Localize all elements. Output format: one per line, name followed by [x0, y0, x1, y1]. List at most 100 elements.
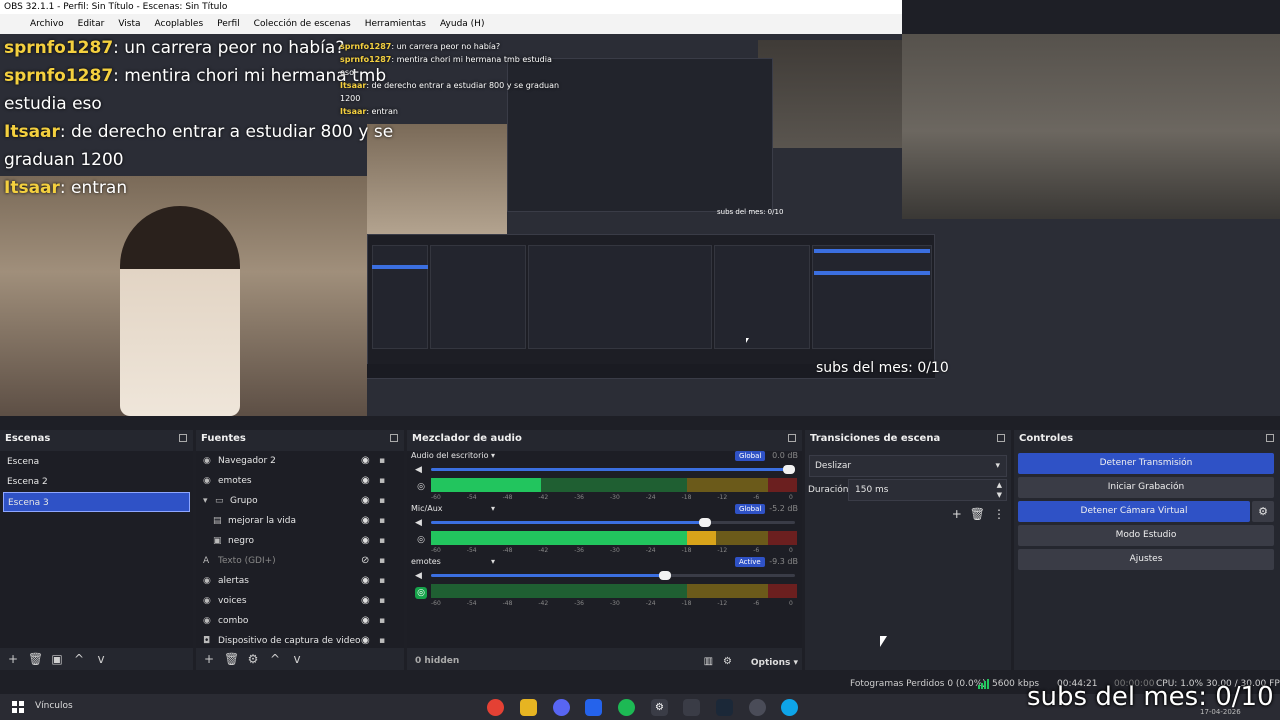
more-options-icon[interactable]: ⋮ [993, 507, 1005, 521]
scene-item[interactable]: Escena 3 [3, 492, 190, 512]
virtual-camera-settings-icon[interactable]: ⚙ [1252, 501, 1274, 522]
layout-toggle-icon[interactable]: ▥ [704, 656, 713, 667]
eye-icon[interactable]: ◉ [361, 571, 370, 591]
lock-icon[interactable]: ▪ [379, 491, 385, 511]
eye-icon[interactable]: ◉ [361, 471, 370, 491]
volume-slider[interactable] [431, 571, 795, 580]
move-up-icon[interactable]: ^ [268, 652, 282, 666]
game-controller-icon[interactable] [683, 699, 700, 716]
source-item[interactable]: ◉ Navegador 2 ◉ ▪ [196, 451, 404, 471]
eye-icon[interactable]: ◉ [361, 511, 370, 531]
lock-icon[interactable]: ▪ [379, 471, 385, 491]
eye-icon[interactable]: ◉ [361, 451, 370, 471]
controls-header: Controles [1014, 430, 1280, 448]
steam-icon[interactable] [716, 699, 733, 716]
eye-icon[interactable]: ◉ [361, 611, 370, 631]
source-item[interactable]: A Texto (GDI+) ⊘ ▪ [196, 551, 404, 571]
source-item[interactable]: ◉ emotes ◉ ▪ [196, 471, 404, 491]
remove-source-icon[interactable]: 🗑 [224, 652, 239, 666]
monitor-icon[interactable]: ◎ [415, 534, 427, 546]
trash-icon[interactable]: 🗑 [970, 507, 985, 521]
eye-icon[interactable]: ◉ [361, 491, 370, 511]
control-button[interactable]: Detener Cámara Virtual [1018, 501, 1250, 522]
lock-icon[interactable]: ▪ [379, 551, 385, 571]
monitor-icon[interactable]: ◎ [415, 587, 427, 599]
transitions-dock: Transiciones de escena Deslizar ▾ Duraci… [805, 430, 1011, 670]
menu-item[interactable]: Acoplables [155, 14, 204, 34]
volume-knob[interactable] [699, 518, 712, 527]
source-item[interactable]: ▣ negro ◉ ▪ [196, 531, 404, 551]
add-source-icon[interactable]: + [202, 652, 216, 666]
source-properties-icon[interactable]: ⚙ [246, 652, 260, 666]
undock-icon[interactable] [390, 434, 398, 442]
scene-item[interactable]: Escena 2 [0, 472, 193, 492]
menu-item[interactable]: Ayuda (H) [440, 14, 484, 34]
lock-icon[interactable]: ▪ [379, 531, 385, 551]
control-button[interactable]: Modo Estudio [1018, 525, 1274, 546]
discord-icon[interactable] [553, 699, 570, 716]
volume-knob[interactable] [783, 465, 795, 474]
add-scene-icon[interactable]: + [6, 652, 20, 666]
source-item[interactable]: ▾ ▭ Grupo ◉ ▪ [196, 491, 404, 511]
obs-icon[interactable] [749, 699, 766, 716]
speaker-icon[interactable]: ◀ [415, 465, 422, 475]
move-down-icon[interactable]: v [94, 652, 108, 666]
lock-icon[interactable]: ▪ [379, 591, 385, 611]
spotify-icon[interactable] [618, 699, 635, 716]
source-item[interactable]: ◉ combo ◉ ▪ [196, 611, 404, 631]
source-item[interactable]: ◉ alertas ◉ ▪ [196, 571, 404, 591]
menu-item[interactable]: Colección de escenas [254, 14, 351, 34]
undock-icon[interactable] [788, 434, 796, 442]
scene-item[interactable]: Escena [0, 452, 193, 472]
lock-icon[interactable]: ▪ [379, 451, 385, 471]
preview-canvas[interactable]: sprnfo1287: un carrera peor no había? spr… [0, 34, 1280, 416]
move-up-icon[interactable]: ^ [72, 652, 86, 666]
source-item[interactable]: ◉ voices ◉ ▪ [196, 591, 404, 611]
chevron-down-icon[interactable]: ▾ [491, 557, 495, 566]
control-button[interactable]: Iniciar Grabación [1018, 477, 1274, 498]
remove-scene-icon[interactable]: 🗑 [28, 652, 43, 666]
volume-knob[interactable] [659, 571, 672, 580]
chevron-down-icon[interactable]: ▾ [491, 451, 495, 460]
settings-gear-icon[interactable]: ⚙ [651, 699, 668, 716]
calendar-icon[interactable] [585, 699, 602, 716]
advanced-audio-icon[interactable]: ⚙ [723, 656, 732, 667]
windows-start-icon[interactable] [12, 701, 24, 713]
expand-chevron-icon[interactable]: ▾ [203, 491, 215, 511]
spin-arrows-icon[interactable]: ▲ ▼ [997, 480, 1002, 500]
taskbar-links-label[interactable]: Vínculos [35, 701, 73, 711]
refresh-app-icon[interactable] [781, 699, 798, 716]
speaker-icon[interactable]: ◀ [415, 518, 422, 528]
file-explorer-icon[interactable] [520, 699, 537, 716]
undock-icon[interactable] [1266, 434, 1274, 442]
undock-icon[interactable] [997, 434, 1005, 442]
menu-item[interactable]: Herramientas [365, 14, 426, 34]
menu-item[interactable]: Vista [118, 14, 140, 34]
scene-filters-icon[interactable]: ▣ [50, 652, 64, 666]
lock-icon[interactable]: ▪ [379, 611, 385, 631]
control-button[interactable]: Detener Transmisión [1018, 453, 1274, 474]
speaker-icon[interactable]: ◀ [415, 571, 422, 581]
menu-item[interactable]: Editar [78, 14, 105, 34]
control-button[interactable]: Ajustes [1018, 549, 1274, 570]
monitor-icon[interactable]: ◎ [415, 481, 427, 493]
undock-icon[interactable] [179, 434, 187, 442]
add-transition-icon[interactable]: + [952, 507, 962, 521]
duration-field[interactable]: 150 ms ▲ ▼ [848, 479, 1007, 501]
volume-slider[interactable] [431, 518, 795, 527]
menu-item[interactable]: Archivo [30, 14, 64, 34]
lock-icon[interactable]: ▪ [379, 511, 385, 531]
options-button[interactable]: Options ▾ [751, 658, 798, 668]
eye-icon[interactable]: ◉ [361, 531, 370, 551]
volume-slider[interactable] [431, 465, 795, 474]
source-item[interactable]: ▤ mejorar la vida ◉ ▪ [196, 511, 404, 531]
chrome-icon[interactable] [487, 699, 504, 716]
eye-icon[interactable]: ◉ [361, 591, 370, 611]
eye-hidden-icon[interactable]: ⊘ [361, 551, 369, 571]
transition-select[interactable]: Deslizar ▾ [809, 455, 1007, 477]
move-down-icon[interactable]: v [290, 652, 304, 666]
window-title: OBS 32.1.1 - Perfil: Sin Título - Escena… [0, 0, 902, 14]
menu-item[interactable]: Perfil [217, 14, 240, 34]
chevron-down-icon[interactable]: ▾ [491, 504, 495, 513]
lock-icon[interactable]: ▪ [379, 571, 385, 591]
